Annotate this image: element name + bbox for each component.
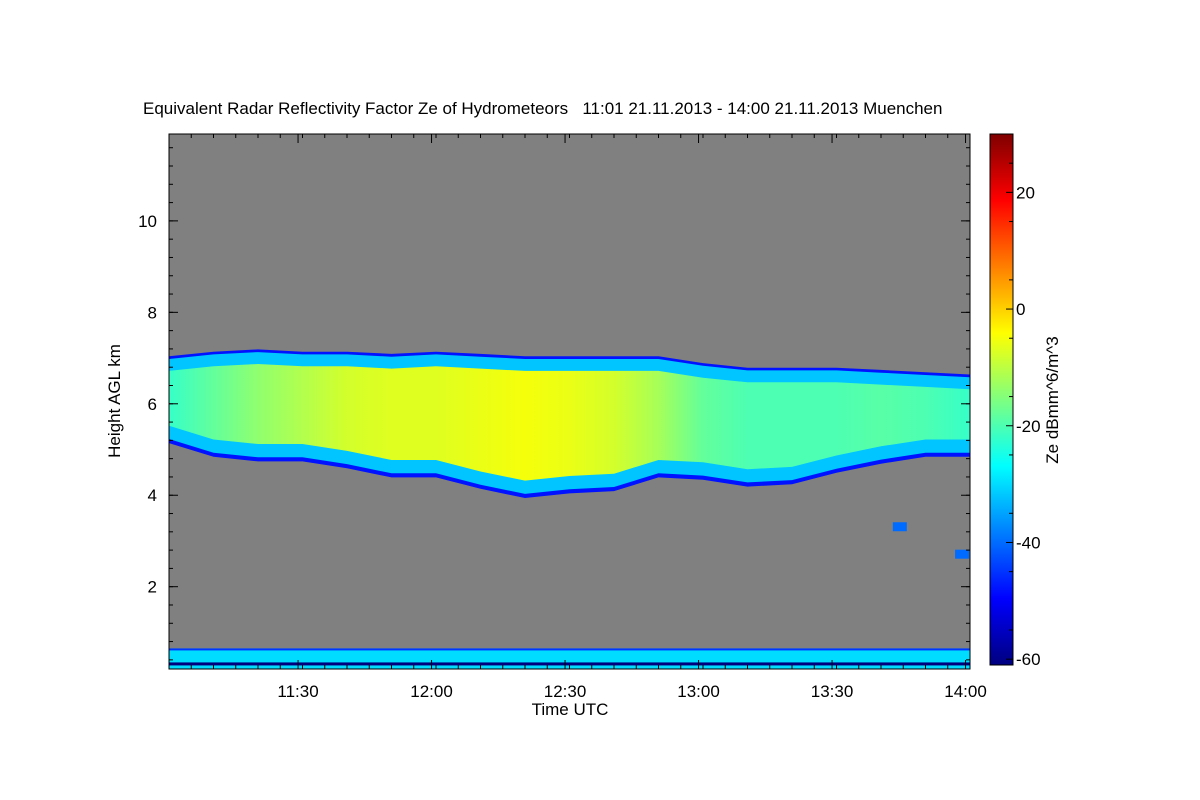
y-tick-label: 8 [148,303,157,322]
y-tick-label: 4 [148,486,157,505]
colorbar-tick-label: -60 [1016,650,1041,669]
colorbar [989,133,1014,666]
colorbar-tick-label: -20 [1016,417,1041,436]
x-axis-label: Time UTC [532,700,609,719]
x-tick-label: 11:30 [277,682,318,701]
radar-reflectivity-chart: 11:30 12:00 12:30 13:00 13:30 14:00 2 4 6 8 10 20 0… [105,133,1062,719]
isolated-echo [892,522,907,532]
y-tick-label: 6 [148,395,157,414]
colorbar-tick-label: 20 [1016,183,1035,202]
y-tick-label: 10 [138,212,157,231]
y-tick-label: 2 [148,578,157,597]
x-tick-label: 14:00 [944,682,987,701]
x-tick-label: 13:00 [677,682,720,701]
colorbar-label: Ze dBmm^6/m^3 [1043,336,1062,463]
x-tick-label: 13:30 [811,682,854,701]
surface-layer-dark-band [169,662,970,666]
colorbar-tick-label: 0 [1016,300,1025,319]
y-axis-label: Height AGL km [105,344,124,458]
surface-layer-top-edge [169,648,970,651]
x-tick-label: 12:30 [544,682,587,701]
isolated-echo [955,549,970,559]
x-tick-label: 12:00 [410,682,453,701]
colorbar-tick-label: -40 [1016,533,1041,552]
